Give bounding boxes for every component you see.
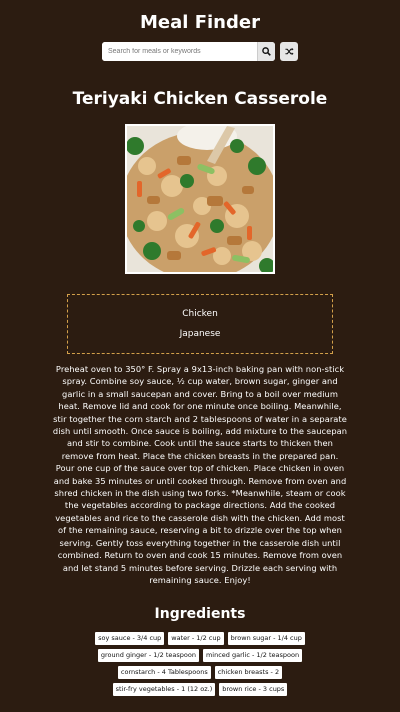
- shuffle-icon: [284, 47, 294, 55]
- ingredient-item: ground ginger - 1/2 teaspoon: [96, 648, 200, 663]
- ingredient-item: soy sauce - 3/4 cup: [94, 631, 166, 646]
- meal-info-box: Chicken Japanese: [67, 294, 333, 354]
- search-input[interactable]: [102, 41, 257, 61]
- ingredient-item: water - 1/2 cup: [167, 631, 225, 646]
- ingredient-item: brown rice - 3 cups: [218, 682, 289, 697]
- ingredient-item: stir-fry vegetables - 1 (12 oz.): [111, 682, 217, 697]
- meal-area: Japanese: [179, 329, 221, 339]
- ingredient-item: brown sugar - 1/4 cup: [226, 631, 306, 646]
- ingredient-list: soy sauce - 3/4 cup water - 1/2 cup brow…: [80, 630, 320, 698]
- meal-photo-illustration: [127, 126, 273, 272]
- meal-instructions: Preheat oven to 350° F. Spray a 9x13-inc…: [52, 364, 348, 585]
- ingredient-item: minced garlic - 1/2 teaspoon: [201, 648, 304, 663]
- search-form: [0, 41, 400, 61]
- search-box: [102, 41, 275, 61]
- meal-category: Chicken: [182, 309, 218, 319]
- ingredient-item: chicken breasts - 2: [213, 665, 284, 680]
- meal-image: [125, 124, 275, 274]
- ingredient-item: cornstarch - 4 Tablespoons: [116, 665, 212, 680]
- search-button[interactable]: [257, 41, 275, 61]
- ingredients-heading: Ingredients: [154, 606, 246, 622]
- search-icon: [262, 46, 271, 56]
- meal-title: Teriyaki Chicken Casserole: [72, 89, 328, 109]
- random-meal-button[interactable]: [280, 41, 298, 61]
- app-title: Meal Finder: [140, 12, 260, 33]
